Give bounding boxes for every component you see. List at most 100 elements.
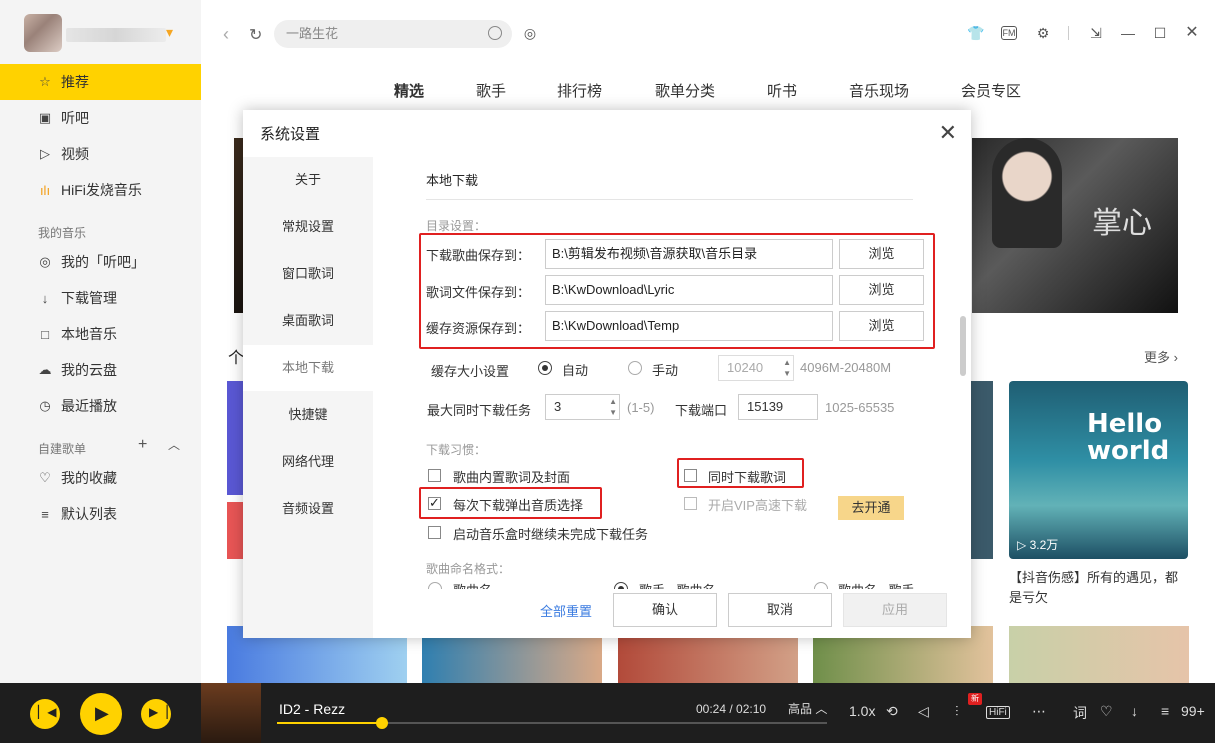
refresh-icon[interactable]: ↻ — [249, 25, 262, 45]
sidebar-item-favorites[interactable]: ♡ 我的收藏 — [0, 460, 201, 496]
voice-recognize-icon[interactable]: ◎ — [521, 24, 539, 42]
sidebar-item-recommend[interactable]: ☆ 推荐 — [0, 64, 201, 100]
maximize-icon[interactable]: ☐ — [1151, 24, 1169, 42]
cache-range-hint: 4096M-20480M — [800, 360, 892, 375]
menu-item-local-download[interactable]: 本地下载 — [243, 345, 373, 391]
card-cover[interactable] — [971, 381, 993, 559]
sidebar-item-local-music[interactable]: □ 本地音乐 — [0, 316, 201, 352]
next-button[interactable]: ▶▕ — [141, 699, 171, 729]
tab-featured[interactable]: 精选 — [394, 80, 424, 101]
user-profile[interactable]: ▾ — [24, 14, 194, 54]
stepper-arrows-icon[interactable]: ▲ ▼ — [783, 357, 791, 379]
resume-tasks-checkbox[interactable] — [428, 526, 441, 539]
equalizer-icon[interactable]: ⫶ — [955, 703, 959, 720]
fm-icon[interactable]: FM — [1001, 26, 1017, 40]
tab-vip-zone[interactable]: 会员专区 — [961, 80, 1021, 101]
collapse-chevron-icon[interactable]: ︿ — [168, 436, 180, 453]
playlist-cover-hello-world[interactable]: Hello world ▷ 3.2万 — [1009, 381, 1188, 559]
sidebar-item-cloud[interactable]: ☁ 我的云盘 — [0, 352, 201, 388]
stepper-arrows-icon[interactable]: ▲ ▼ — [609, 396, 617, 418]
max-tasks-stepper[interactable]: 3 ▲ ▼ — [545, 394, 620, 420]
port-field[interactable]: 15139 — [738, 394, 818, 420]
skin-icon[interactable]: 👕 — [967, 24, 985, 42]
playlist-title[interactable]: 【抖音伤感】所有的遇见，都是亏欠 — [1009, 568, 1189, 608]
naming-radio-2[interactable] — [614, 582, 628, 589]
cache-size-label: 缓存大小设置 — [431, 364, 510, 379]
card-cover[interactable] — [1009, 626, 1189, 683]
close-window-icon[interactable]: ✕ — [1183, 24, 1201, 42]
progress-bar[interactable] — [277, 717, 827, 729]
menu-item-audio[interactable]: 音频设置 — [243, 486, 373, 532]
next-icon: ▶▕ — [149, 705, 168, 719]
cache-size-stepper[interactable]: 10240 ▲ ▼ — [718, 355, 794, 381]
lyric-button[interactable]: 词 — [1073, 703, 1087, 723]
vip-badge-icon[interactable]: ▾ — [166, 24, 184, 42]
sidebar-item-tingba[interactable]: ▣ 听吧 — [0, 100, 201, 136]
confirm-button[interactable]: 确认 — [613, 593, 717, 627]
settings-icon[interactable]: ⚙ — [1034, 24, 1052, 42]
tab-live[interactable]: 音乐现场 — [849, 80, 909, 101]
hifi-button[interactable]: HiFi — [986, 706, 1010, 719]
search-icon[interactable] — [488, 26, 502, 40]
apply-button[interactable]: 应用 — [843, 593, 947, 627]
play-button[interactable]: ▶ — [80, 693, 122, 735]
chevron-up-icon: ︿ — [815, 702, 828, 716]
favorite-heart-icon[interactable]: ♡ — [1100, 703, 1113, 720]
card-cover[interactable] — [227, 381, 243, 495]
menu-item-proxy[interactable]: 网络代理 — [243, 439, 373, 485]
reset-all-link[interactable]: 全部重置 — [540, 601, 592, 620]
cancel-button[interactable]: 取消 — [728, 593, 832, 627]
cache-manual-radio[interactable] — [628, 361, 642, 375]
song-title[interactable]: ID2 - Rezz — [279, 701, 345, 717]
menu-item-about[interactable]: 关于 — [243, 157, 373, 203]
sidebar-item-label: 推荐 — [61, 74, 89, 90]
quality-select[interactable]: 高品 ︿ — [788, 700, 827, 717]
playlist-icon[interactable]: ≡ — [1161, 703, 1169, 719]
menu-item-general[interactable]: 常规设置 — [243, 204, 373, 250]
download-icon[interactable]: ↓ — [1131, 703, 1138, 719]
card-cover[interactable] — [227, 502, 243, 559]
tab-singers[interactable]: 歌手 — [476, 80, 506, 101]
embed-lyrics-checkbox[interactable] — [428, 469, 441, 482]
sidebar-item-downloads[interactable]: ↓ 下载管理 — [0, 280, 201, 316]
banner-right[interactable]: 掌心 — [972, 138, 1178, 313]
port-range-hint: 1025-65535 — [825, 400, 895, 415]
add-playlist-icon[interactable]: + — [138, 436, 147, 454]
volume-icon[interactable]: ◁ — [918, 703, 929, 720]
mini-mode-icon[interactable]: ⇲ — [1087, 24, 1105, 42]
close-icon[interactable]: ✕ — [939, 122, 957, 144]
playlist-count[interactable]: 99+ — [1181, 703, 1205, 719]
settings-scrollbar[interactable] — [960, 316, 966, 376]
more-link[interactable]: 更多 › — [1144, 347, 1178, 366]
cache-auto-radio[interactable] — [538, 361, 552, 375]
divider — [426, 199, 913, 200]
sidebar: ▾ ☆ 推荐 ▣ 听吧 ▷ 视频 ılı HiFi发烧音乐 我的音乐 ◎ 我的「… — [0, 0, 201, 683]
minimize-icon[interactable]: — — [1119, 24, 1137, 42]
highlight-box — [677, 458, 804, 488]
vip-speed-checkbox[interactable] — [684, 497, 697, 510]
tab-audiobooks[interactable]: 听书 — [767, 80, 797, 101]
sidebar-item-default-list[interactable]: ≡ 默认列表 — [0, 496, 201, 532]
tab-playlist-category[interactable]: 歌单分类 — [655, 80, 715, 101]
sidebar-item-video[interactable]: ▷ 视频 — [0, 136, 201, 172]
album-cover[interactable] — [201, 683, 261, 743]
sidebar-item-recent[interactable]: ◷ 最近播放 — [0, 388, 201, 424]
back-arrow-icon[interactable]: ‹ — [223, 24, 229, 45]
naming-radio-1[interactable] — [428, 582, 442, 589]
search-placeholder: 一路生花 — [286, 26, 339, 41]
tab-charts[interactable]: 排行榜 — [557, 80, 602, 101]
menu-item-desktop-lyrics[interactable]: 桌面歌词 — [243, 298, 373, 344]
search-input[interactable]: 一路生花 — [274, 20, 512, 48]
loop-icon[interactable]: ⟲ — [886, 703, 898, 720]
menu-item-window-lyrics[interactable]: 窗口歌词 — [243, 251, 373, 297]
comment-icon[interactable]: ⋯ — [1032, 703, 1046, 720]
vip-activate-button[interactable]: 去开通 — [838, 496, 904, 520]
previous-button[interactable]: ▏◀ — [30, 699, 60, 729]
sidebar-item-hifi[interactable]: ılı HiFi发烧音乐 — [0, 172, 201, 208]
menu-item-shortcuts[interactable]: 快捷键 — [243, 392, 373, 438]
speed-button[interactable]: 1.0x — [849, 703, 875, 719]
progress-handle[interactable] — [375, 717, 388, 729]
avatar[interactable] — [24, 14, 62, 52]
naming-radio-3[interactable] — [814, 582, 828, 589]
sidebar-item-my-tingba[interactable]: ◎ 我的「听吧」 — [0, 244, 201, 280]
